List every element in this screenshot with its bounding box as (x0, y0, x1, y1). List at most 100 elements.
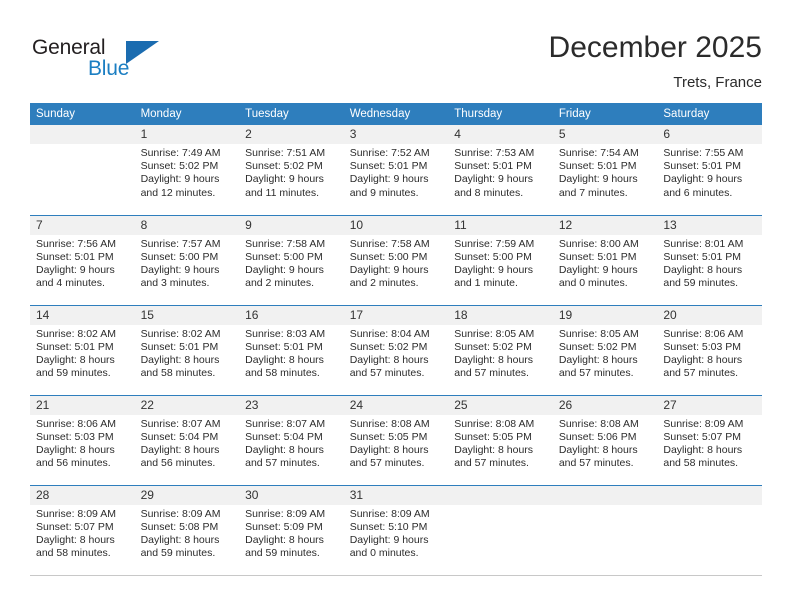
calendar-day-cell[interactable]: 4 Sunrise: 7:53 AM Sunset: 5:01 PM Daylight… (448, 125, 553, 215)
calendar-day-cell[interactable]: 14 Sunrise: 8:02 AM Sunset: 5:01 PM Dayligh… (30, 304, 135, 395)
day-number: 19 (552, 305, 658, 325)
sunrise-text: Sunrise: 7:52 AM (349, 147, 430, 159)
calendar-day-cell[interactable]: 18 Sunrise: 8:05 AM Sunset: 5:02 PM Dayligh… (448, 304, 553, 395)
weekday-header-sunday: Sunday (30, 103, 135, 125)
calendar-day-cell[interactable]: 15 Sunrise: 8:02 AM Sunset: 5:01 PM Dayligh… (134, 304, 240, 395)
calendar-day-cell[interactable]: 28 Sunrise: 8:09 AM Sunset: 5:07 PM Dayligh… (30, 484, 135, 575)
sunrise-text: Sunrise: 8:07 AM (140, 417, 221, 430)
sunset-text: Sunset: 5:03 PM (36, 430, 114, 443)
day-sun-info: Sunrise: 8:09 AM Sunset: 5:07 PM Daylight:… (30, 505, 135, 561)
sunrise-text: Sunrise: 8:05 AM (454, 327, 535, 340)
sunrise-text: Sunrise: 8:09 AM (349, 507, 430, 520)
brand-name-blue: Blue (88, 57, 130, 80)
daylight-text-line2: and 12 minutes. (140, 186, 216, 199)
calendar-day-cell[interactable]: 8 Sunrise: 7:57 AM Sunset: 5:00 PM Daylight… (134, 214, 240, 305)
calendar-week-row: 1 Sunrise: 7:49 AM Sunset: 5:02 PM Daylight… (30, 125, 762, 215)
daylight-text-line1: Daylight: 9 hours (36, 263, 115, 276)
daylight-text-line2: and 59 minutes. (140, 547, 216, 560)
daylight-text-line2: and 57 minutes. (454, 457, 529, 470)
daylight-text-line1: Daylight: 8 hours (349, 443, 429, 456)
day-sun-info: Sunrise: 8:08 AM Sunset: 5:05 PM Daylight:… (344, 415, 449, 471)
day-number (552, 485, 658, 505)
calendar-day-cell[interactable]: 29 Sunrise: 8:09 AM Sunset: 5:08 PM Dayligh… (134, 484, 240, 575)
calendar-day-cell[interactable]: 1 Sunrise: 7:49 AM Sunset: 5:02 PM Daylight… (134, 125, 240, 215)
sunrise-text: Sunrise: 8:09 AM (663, 417, 744, 430)
sunrise-text: Sunrise: 8:08 AM (558, 417, 639, 430)
calendar-day-cell-empty (30, 125, 135, 215)
calendar-day-cell[interactable]: 24 Sunrise: 8:08 AM Sunset: 5:05 PM Dayligh… (343, 394, 449, 485)
calendar-day-cell[interactable]: 30 Sunrise: 8:09 AM Sunset: 5:09 PM Dayligh… (239, 484, 344, 575)
calendar-day-cell[interactable]: 27 Sunrise: 8:09 AM Sunset: 5:07 PM Dayligh… (657, 394, 762, 485)
daylight-text-line1: Daylight: 9 hours (349, 173, 429, 186)
sunset-text: Sunset: 5:02 PM (140, 160, 219, 173)
calendar-day-cell[interactable]: 26 Sunrise: 8:08 AM Sunset: 5:06 PM Dayligh… (552, 394, 658, 485)
day-sun-info: Sunrise: 7:56 AM Sunset: 5:01 PM Daylight:… (30, 235, 135, 291)
calendar-day-cell[interactable]: 19 Sunrise: 8:05 AM Sunset: 5:02 PM Dayligh… (552, 304, 658, 395)
daylight-text-line2: and 57 minutes. (663, 367, 739, 380)
daylight-text-line2: and 59 minutes. (36, 367, 111, 380)
daylight-text-line2: and 57 minutes. (454, 367, 529, 380)
day-sun-info: Sunrise: 7:57 AM Sunset: 5:00 PM Daylight:… (135, 235, 240, 291)
calendar-page: General Blue December 2025 Trets, France… (0, 0, 792, 612)
daylight-text-line1: Daylight: 9 hours (349, 263, 429, 276)
calendar-day-cell[interactable]: 7 Sunrise: 7:56 AM Sunset: 5:01 PM Daylight… (30, 214, 135, 305)
day-number: 7 (30, 215, 135, 235)
calendar-day-cell[interactable]: 22 Sunrise: 8:07 AM Sunset: 5:04 PM Dayligh… (134, 394, 240, 485)
calendar-day-cell[interactable]: 25 Sunrise: 8:08 AM Sunset: 5:05 PM Dayligh… (448, 394, 553, 485)
calendar-day-cell[interactable]: 6 Sunrise: 7:55 AM Sunset: 5:01 PM Daylight… (657, 125, 762, 215)
daylight-text-line1: Daylight: 9 hours (454, 173, 534, 186)
brand-logo[interactable]: General Blue (32, 36, 162, 84)
calendar-day-cell[interactable]: 31 Sunrise: 8:09 AM Sunset: 5:10 PM Dayligh… (343, 484, 449, 575)
daylight-text-line2: and 0 minutes. (349, 547, 419, 560)
calendar-day-cell[interactable]: 9 Sunrise: 7:58 AM Sunset: 5:00 PM Daylight… (239, 214, 344, 305)
daylight-text-line2: and 58 minutes. (245, 367, 320, 380)
day-sun-info: Sunrise: 7:51 AM Sunset: 5:02 PM Daylight:… (239, 144, 344, 200)
day-number: 20 (657, 305, 762, 325)
daylight-text-line2: and 8 minutes. (454, 186, 524, 199)
day-number (30, 125, 135, 144)
page-subtitle-location: Trets, France (673, 74, 762, 91)
sunrise-text: Sunrise: 8:07 AM (245, 417, 326, 430)
sunset-text: Sunset: 5:10 PM (349, 520, 428, 533)
calendar-day-cell[interactable]: 10 Sunrise: 7:58 AM Sunset: 5:00 PM Dayligh… (343, 214, 449, 305)
triangle-flag-icon (126, 41, 159, 64)
calendar-day-cell[interactable]: 17 Sunrise: 8:04 AM Sunset: 5:02 PM Dayligh… (343, 304, 449, 395)
daylight-text-line1: Daylight: 8 hours (245, 533, 324, 546)
calendar-day-cell[interactable]: 12 Sunrise: 8:00 AM Sunset: 5:01 PM Dayligh… (552, 214, 658, 305)
daylight-text-line1: Daylight: 8 hours (454, 443, 534, 456)
calendar-day-cell[interactable]: 13 Sunrise: 8:01 AM Sunset: 5:01 PM Dayligh… (657, 214, 762, 305)
daylight-text-line1: Daylight: 9 hours (454, 263, 534, 276)
sunrise-text: Sunrise: 8:06 AM (36, 417, 116, 430)
day-sun-info: Sunrise: 8:05 AM Sunset: 5:02 PM Daylight:… (553, 325, 658, 381)
calendar-day-cell[interactable]: 2 Sunrise: 7:51 AM Sunset: 5:02 PM Daylight… (239, 125, 344, 215)
daylight-text-line2: and 0 minutes. (558, 277, 628, 290)
day-number: 24 (343, 395, 449, 415)
day-number: 6 (657, 125, 762, 144)
day-number: 15 (134, 305, 240, 325)
day-sun-info: Sunrise: 8:02 AM Sunset: 5:01 PM Daylight:… (135, 325, 240, 381)
weekday-header-monday: Monday (134, 103, 240, 125)
calendar-day-cell[interactable]: 11 Sunrise: 7:59 AM Sunset: 5:00 PM Dayligh… (448, 214, 553, 305)
calendar-day-cell-empty (448, 484, 553, 575)
day-number: 25 (448, 395, 553, 415)
calendar-day-cell[interactable]: 20 Sunrise: 8:06 AM Sunset: 5:03 PM Dayligh… (657, 304, 762, 395)
sunset-text: Sunset: 5:07 PM (36, 520, 114, 533)
calendar-day-cell[interactable]: 21 Sunrise: 8:06 AM Sunset: 5:03 PM Dayligh… (30, 394, 135, 485)
sunrise-text: Sunrise: 8:01 AM (663, 237, 744, 250)
day-number: 5 (552, 125, 658, 144)
day-sun-info: Sunrise: 8:04 AM Sunset: 5:02 PM Daylight:… (344, 325, 449, 381)
day-number: 14 (30, 305, 135, 325)
calendar-day-cell[interactable]: 23 Sunrise: 8:07 AM Sunset: 5:04 PM Dayligh… (239, 394, 344, 485)
weekday-header-friday: Friday (552, 103, 658, 125)
sunrise-text: Sunrise: 8:08 AM (454, 417, 535, 430)
calendar-header-row: Sunday Monday Tuesday Wednesday Thursday… (30, 103, 762, 125)
sunset-text: Sunset: 5:06 PM (558, 430, 637, 443)
daylight-text-line1: Daylight: 8 hours (349, 353, 429, 366)
calendar-day-cell[interactable]: 3 Sunrise: 7:52 AM Sunset: 5:01 PM Daylight… (343, 125, 449, 215)
calendar-day-cell[interactable]: 16 Sunrise: 8:03 AM Sunset: 5:01 PM Dayligh… (239, 304, 344, 395)
sunrise-text: Sunrise: 8:00 AM (558, 237, 639, 250)
weekday-header-wednesday: Wednesday (343, 103, 449, 125)
daylight-text-line1: Daylight: 8 hours (140, 353, 220, 366)
day-number: 12 (552, 215, 658, 235)
calendar-day-cell[interactable]: 5 Sunrise: 7:54 AM Sunset: 5:01 PM Daylight… (552, 125, 658, 215)
